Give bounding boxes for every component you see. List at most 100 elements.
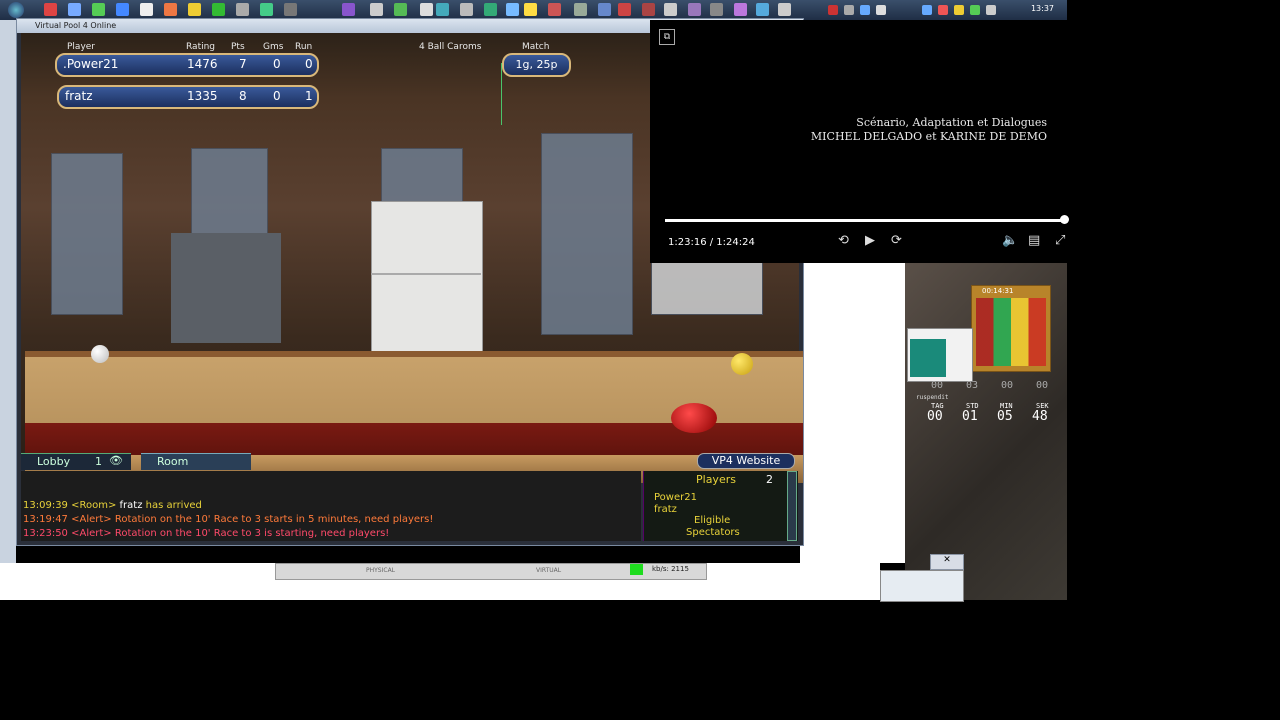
app-icon[interactable]: [664, 3, 677, 16]
app-icon[interactable]: [688, 3, 701, 16]
volume-icon[interactable]: 🔈: [1002, 233, 1018, 248]
status-indicator: [630, 564, 643, 575]
player-name: fratz: [65, 89, 93, 103]
app-icon[interactable]: [420, 3, 433, 16]
header-rating: Rating: [186, 42, 216, 52]
captions-icon[interactable]: ▤: [1028, 233, 1040, 248]
timer-top-value: 00: [931, 380, 944, 391]
tray-icon[interactable]: [860, 5, 870, 15]
app-icon[interactable]: [260, 3, 273, 16]
bandwidth-readout: kb/s: 2115: [652, 565, 689, 573]
header-player: Player: [67, 42, 96, 52]
timer-value-seconds: 48: [1032, 409, 1048, 424]
timer-value-hours: 01: [962, 409, 978, 424]
player-list-item[interactable]: fratz: [654, 504, 677, 515]
tray-icon[interactable]: [876, 5, 886, 15]
app-icon[interactable]: [284, 3, 297, 16]
picture-in-picture-icon[interactable]: ⧉: [659, 29, 675, 45]
app-icon[interactable]: [394, 3, 407, 16]
app-icon[interactable]: [370, 3, 383, 16]
player-rating: 1476: [187, 57, 218, 71]
app-icon[interactable]: [92, 3, 105, 16]
background-thumbnail-window[interactable]: [880, 570, 964, 602]
app-icon[interactable]: [164, 3, 177, 16]
app-icon[interactable]: [574, 3, 587, 16]
red-ball[interactable]: [671, 403, 717, 433]
close-button[interactable]: ✕: [930, 554, 964, 570]
player-rating: 1335: [187, 89, 218, 103]
app-icon[interactable]: [618, 3, 631, 16]
app-icon[interactable]: [524, 3, 537, 16]
scrollbar[interactable]: [787, 471, 797, 541]
players-title: Players: [696, 473, 736, 486]
header-pts: Pts: [231, 42, 245, 52]
progress-handle[interactable]: [1060, 215, 1069, 224]
player-row-1[interactable]: .Power21 1476 7 0 0: [55, 53, 319, 77]
app-icon[interactable]: [506, 3, 519, 16]
tray-icon[interactable]: [938, 5, 948, 15]
subtitle-credits: Scénario, Adaptation et Dialogues MICHEL…: [811, 116, 1047, 144]
players-panel[interactable]: Players 2 Power21 fratz Eligible Spectat…: [643, 471, 798, 541]
tray-icon[interactable]: [844, 5, 854, 15]
left-sidebar-strip: [0, 20, 16, 580]
tab-room[interactable]: Room: [141, 453, 251, 470]
chat-line: 13:23:50 <Alert> Rotation on the 10' Rac…: [23, 528, 389, 539]
countdown-widget[interactable]: 00 03 00 00 ruspendit TAG STD MIN SEK 00…: [912, 380, 1067, 436]
header-gms: Gms: [263, 42, 284, 52]
player-row-2[interactable]: fratz 1335 8 0 1: [57, 85, 319, 109]
chat-user: fratz: [119, 500, 143, 511]
app-icon[interactable]: [778, 3, 791, 16]
forward-icon[interactable]: ⟳: [891, 233, 902, 248]
app-icon[interactable]: [484, 3, 497, 16]
app-icon[interactable]: [460, 3, 473, 16]
progress-bar[interactable]: [665, 219, 1065, 222]
tab-lobby[interactable]: Lobby 1 👁: [21, 453, 131, 470]
app-icon[interactable]: [598, 3, 611, 16]
app-icon[interactable]: [116, 3, 129, 16]
chat-tag: <Alert>: [71, 528, 112, 539]
app-icon[interactable]: [734, 3, 747, 16]
document-thumbnail[interactable]: [907, 328, 973, 382]
tray-icon[interactable]: [828, 5, 838, 15]
yellow-ball[interactable]: [731, 353, 753, 375]
video-player[interactable]: ⧉ Scénario, Adaptation et Dialogues MICH…: [650, 20, 1069, 263]
thumbnail-banner: [910, 339, 946, 377]
player-list-item[interactable]: Power21: [654, 492, 697, 503]
chat-time: 13:23:50: [23, 528, 68, 539]
app-icon[interactable]: [236, 3, 249, 16]
chat-log[interactable]: 13:09:39 <Room> fratz has arrived 13:19:…: [21, 471, 641, 541]
divider-line: [501, 63, 502, 125]
eligible-label: Eligible: [694, 515, 731, 526]
timer-top-value: 00: [1001, 380, 1014, 391]
app-icon[interactable]: [710, 3, 723, 16]
app-icon[interactable]: [68, 3, 81, 16]
match-status-badge: 1g, 25p: [502, 53, 571, 77]
tray-icon[interactable]: [922, 5, 932, 15]
app-icon[interactable]: [642, 3, 655, 16]
play-icon[interactable]: ▶: [865, 233, 875, 248]
player-run: 0: [305, 57, 313, 71]
rewind-icon[interactable]: ⟲: [838, 233, 849, 248]
tray-icon[interactable]: [954, 5, 964, 15]
fullscreen-icon[interactable]: ⤢: [1055, 233, 1065, 248]
table-rail-top: [25, 351, 803, 357]
start-orb-icon[interactable]: [8, 2, 24, 18]
app-icon[interactable]: [436, 3, 449, 16]
chat-text: Rotation on the 10' Race to 3 starts in …: [114, 514, 434, 525]
app-icon[interactable]: [756, 3, 769, 16]
app-icon[interactable]: [140, 3, 153, 16]
taskbar-clock[interactable]: 13:37: [1031, 4, 1054, 13]
app-icon[interactable]: [548, 3, 561, 16]
white-ball[interactable]: [91, 345, 109, 363]
tray-icon[interactable]: [970, 5, 980, 15]
puzzle-widget[interactable]: 00:14:31: [971, 285, 1051, 372]
player-gms: 0: [273, 89, 281, 103]
vp4-website-button[interactable]: VP4 Website: [697, 453, 795, 469]
chat-tag: <Alert>: [71, 514, 112, 525]
player-run: 1: [305, 89, 313, 103]
tray-icon[interactable]: [986, 5, 996, 15]
app-icon[interactable]: [44, 3, 57, 16]
app-icon[interactable]: [342, 3, 355, 16]
app-icon[interactable]: [188, 3, 201, 16]
app-icon[interactable]: [212, 3, 225, 16]
